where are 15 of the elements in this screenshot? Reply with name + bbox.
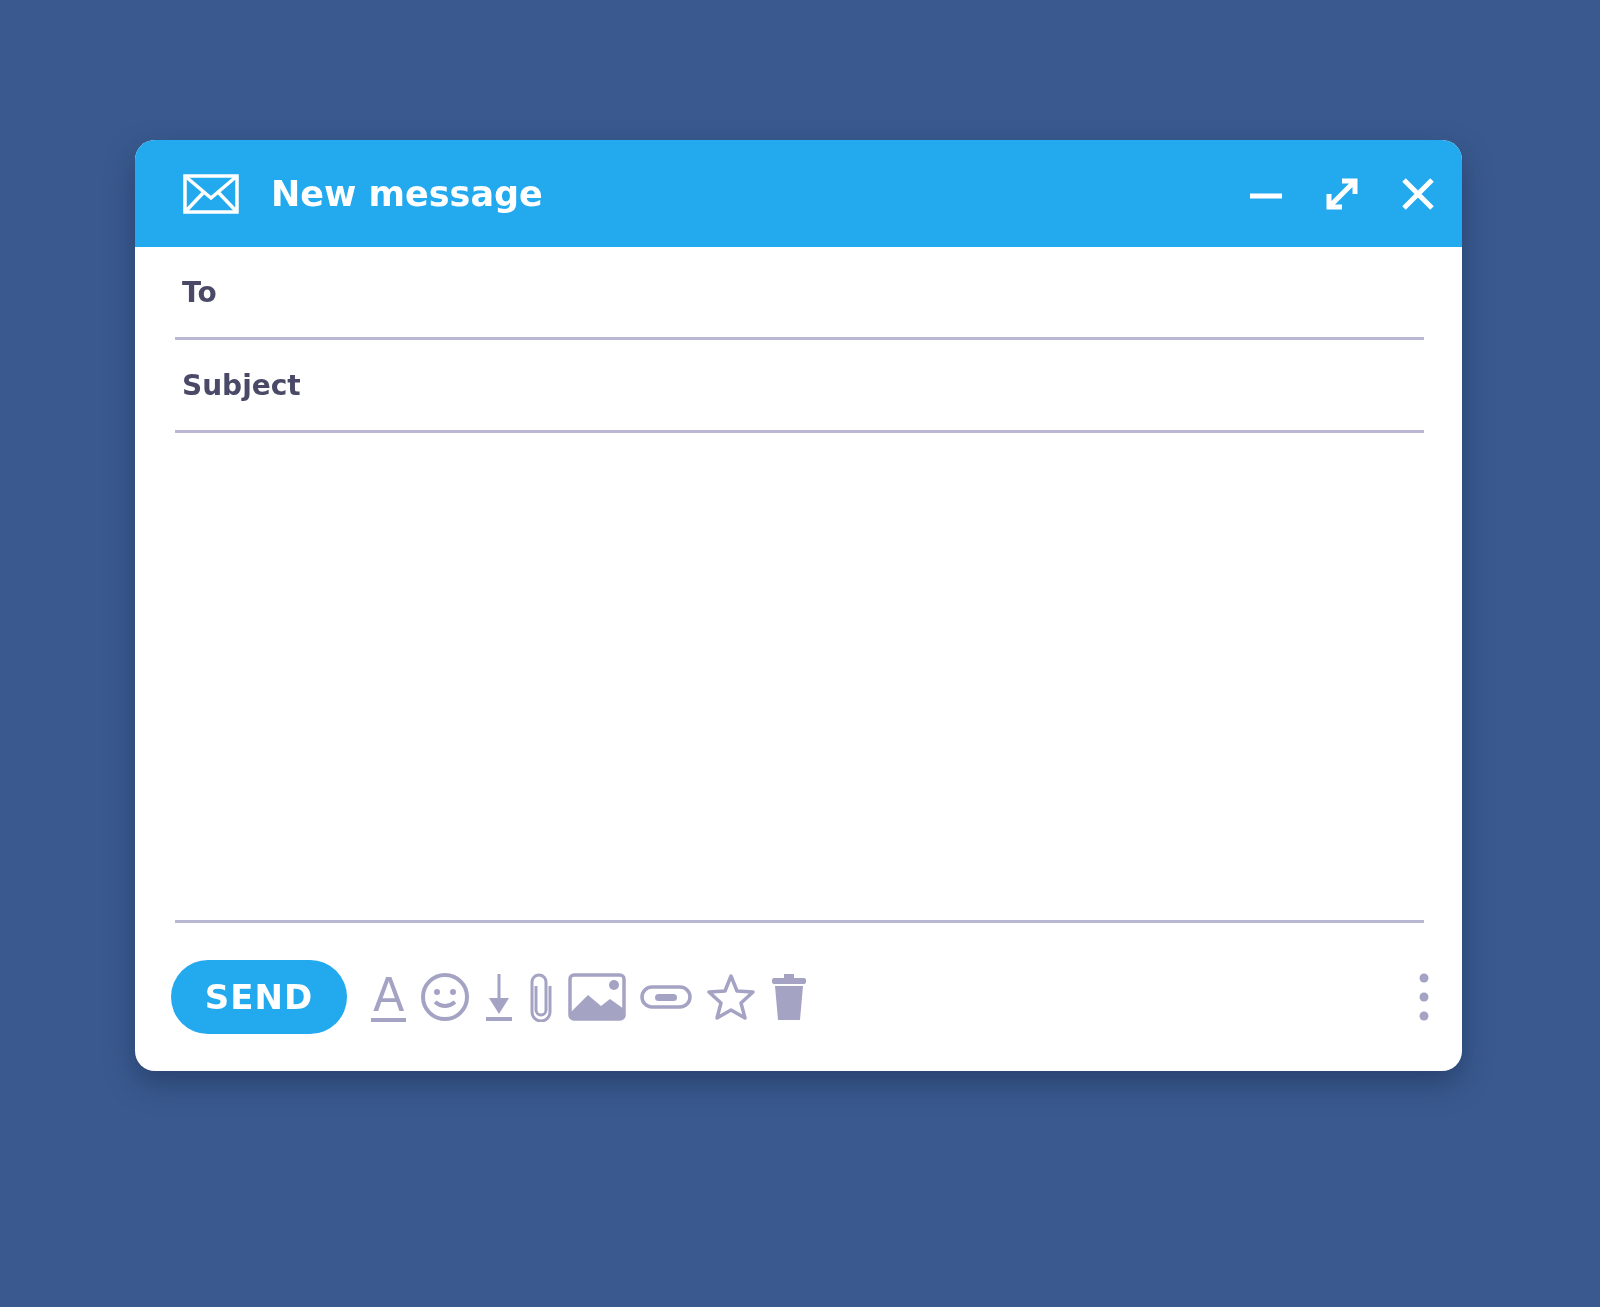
image-icon[interactable] [568,973,627,1021]
field-label: Subject [182,368,301,402]
star-icon[interactable] [706,973,757,1021]
smiley-icon[interactable] [420,972,471,1022]
envelope-icon [183,173,239,214]
window-title: New message [271,173,544,214]
paperclip-icon[interactable] [528,972,555,1022]
input-field[interactable]: To [175,247,1424,340]
field-label: To [182,275,217,309]
more-options-icon[interactable] [1418,972,1430,1022]
download-icon[interactable] [484,972,515,1022]
link-icon[interactable] [640,984,693,1010]
close-icon[interactable] [1400,175,1436,212]
trash-icon[interactable] [770,972,809,1022]
input-field[interactable]: Subject [175,340,1424,433]
